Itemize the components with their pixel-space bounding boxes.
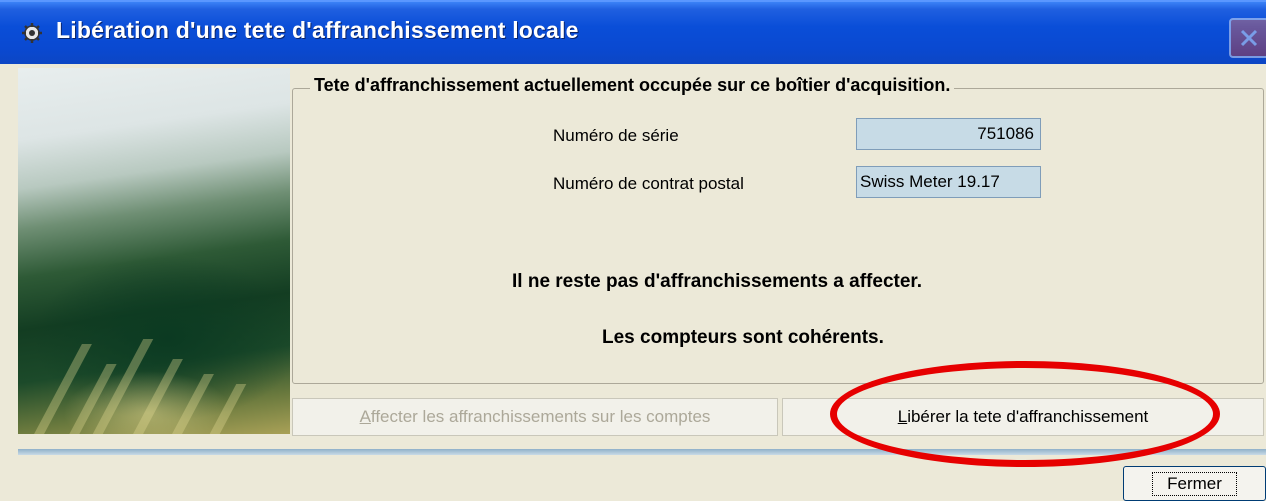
assign-franking-button[interactable]: Affecter les affranchissements sur les c… xyxy=(292,398,778,436)
counters-message: Les compteurs sont cohérents. xyxy=(602,327,884,348)
contract-number-field[interactable]: Swiss Meter 19.17 xyxy=(856,166,1041,198)
window-title: Libération d'une tete d'affranchissement… xyxy=(56,17,579,43)
remaining-message: Il ne reste pas d'affranchissements a af… xyxy=(512,271,923,292)
gear-icon xyxy=(22,23,42,43)
group-legend: Tete d'affranchissement actuellement occ… xyxy=(310,75,955,96)
contract-number-label: Numéro de contrat postal xyxy=(553,174,744,193)
decorative-side-image xyxy=(18,68,290,434)
close-icon xyxy=(1240,29,1258,47)
assign-label: ffecter les affranchissements sur les co… xyxy=(370,407,711,426)
red-highlight-ellipse xyxy=(830,361,1220,467)
title-bar[interactable]: Libération d'une tete d'affranchissement… xyxy=(0,0,1266,64)
dialog-window: Libération d'une tete d'affranchissement… xyxy=(0,0,1266,501)
close-window-button[interactable] xyxy=(1229,18,1266,58)
serial-number-label: Numéro de série xyxy=(553,126,679,145)
window-left-edge xyxy=(0,64,18,501)
assign-mnemonic: A xyxy=(359,407,371,426)
close-button-label: Fermer xyxy=(1152,471,1237,496)
serial-number-field[interactable]: 751086 xyxy=(856,118,1041,150)
close-button[interactable]: Fermer xyxy=(1123,466,1266,501)
